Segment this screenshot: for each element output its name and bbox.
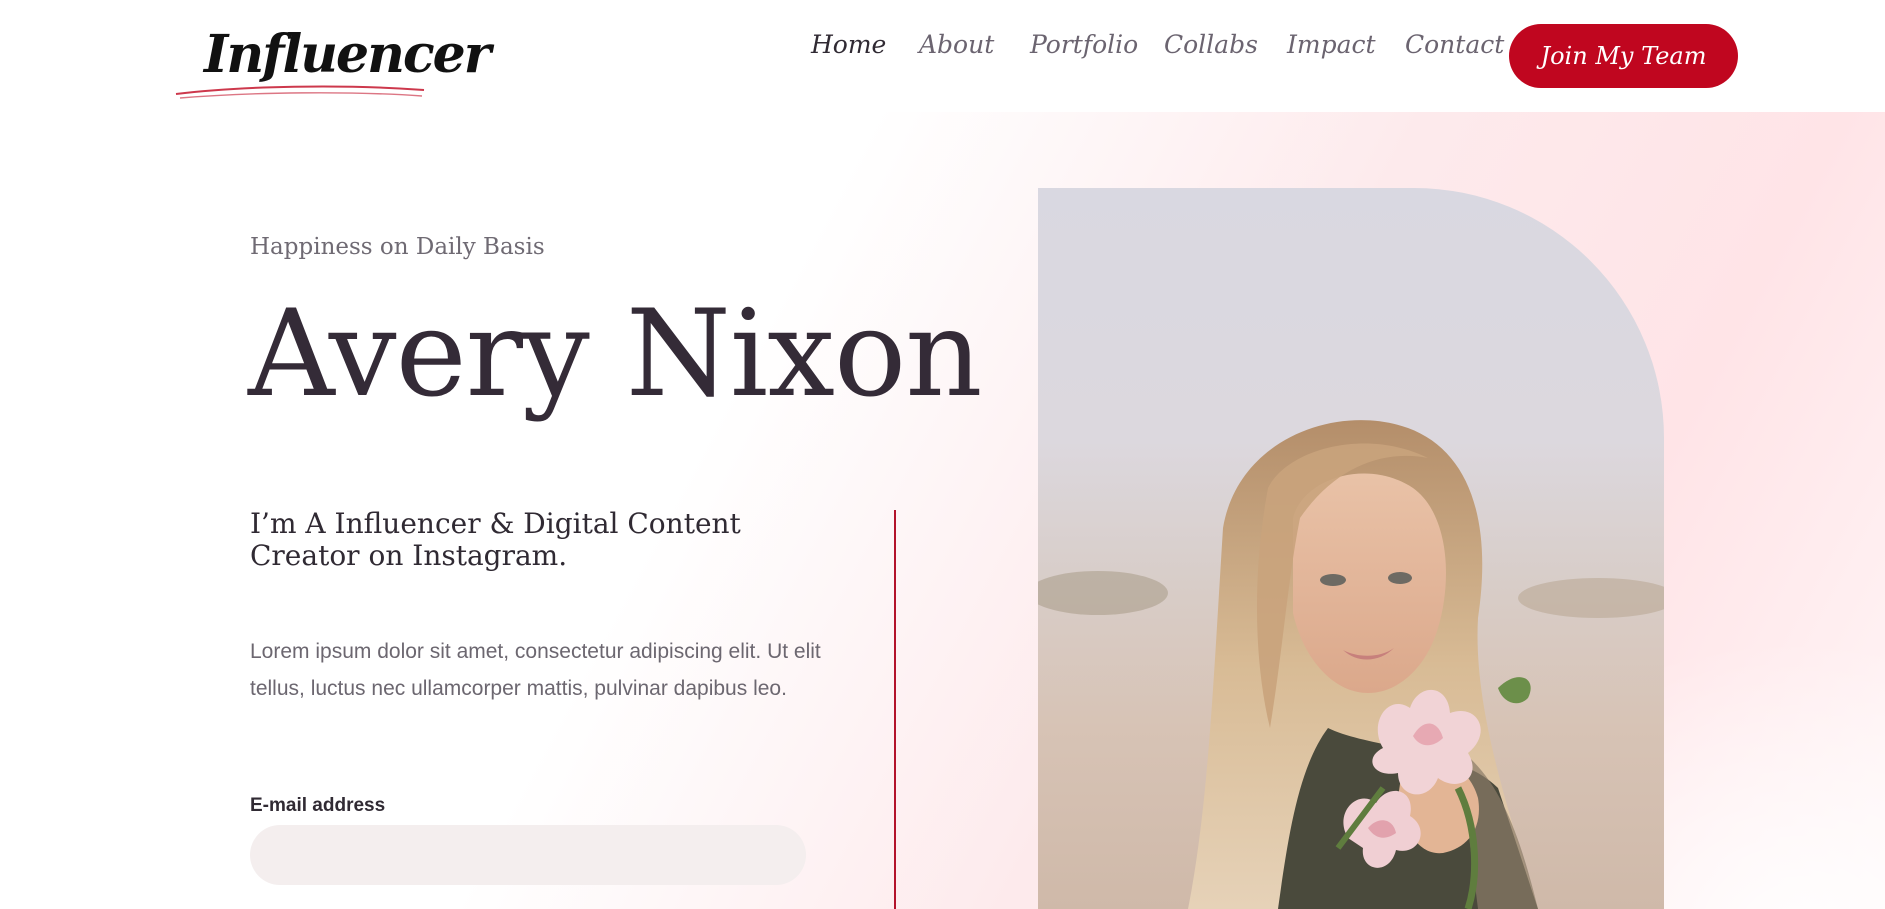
logo-swoosh-icon xyxy=(175,85,425,99)
hero-kicker: Happiness on Daily Basis xyxy=(250,234,545,260)
nav-home[interactable]: Home xyxy=(811,30,886,59)
portrait-illustration xyxy=(1038,420,1664,909)
hero-body-text: Lorem ipsum dolor sit amet, consectetur … xyxy=(250,640,821,700)
nav-portfolio[interactable]: Portfolio xyxy=(1030,30,1138,59)
hero-title: Avery Nixon xyxy=(248,285,982,424)
email-input[interactable] xyxy=(250,825,806,885)
site-header: Influencer Home About Portfolio Collabs … xyxy=(0,0,1885,112)
nav-collabs[interactable]: Collabs xyxy=(1164,30,1258,59)
hero-tagline: I’m A Influencer & Digital Content Creat… xyxy=(250,507,741,572)
nav-about[interactable]: About xyxy=(919,30,994,59)
vertical-divider xyxy=(894,510,896,909)
nav-impact[interactable]: Impact xyxy=(1287,30,1376,59)
join-my-team-button[interactable]: Join My Team xyxy=(1509,24,1738,88)
nav-contact[interactable]: Contact xyxy=(1405,30,1504,59)
hero-photo xyxy=(1038,188,1664,909)
logo[interactable]: Influencer xyxy=(172,14,491,104)
email-label: E-mail address xyxy=(250,795,386,816)
